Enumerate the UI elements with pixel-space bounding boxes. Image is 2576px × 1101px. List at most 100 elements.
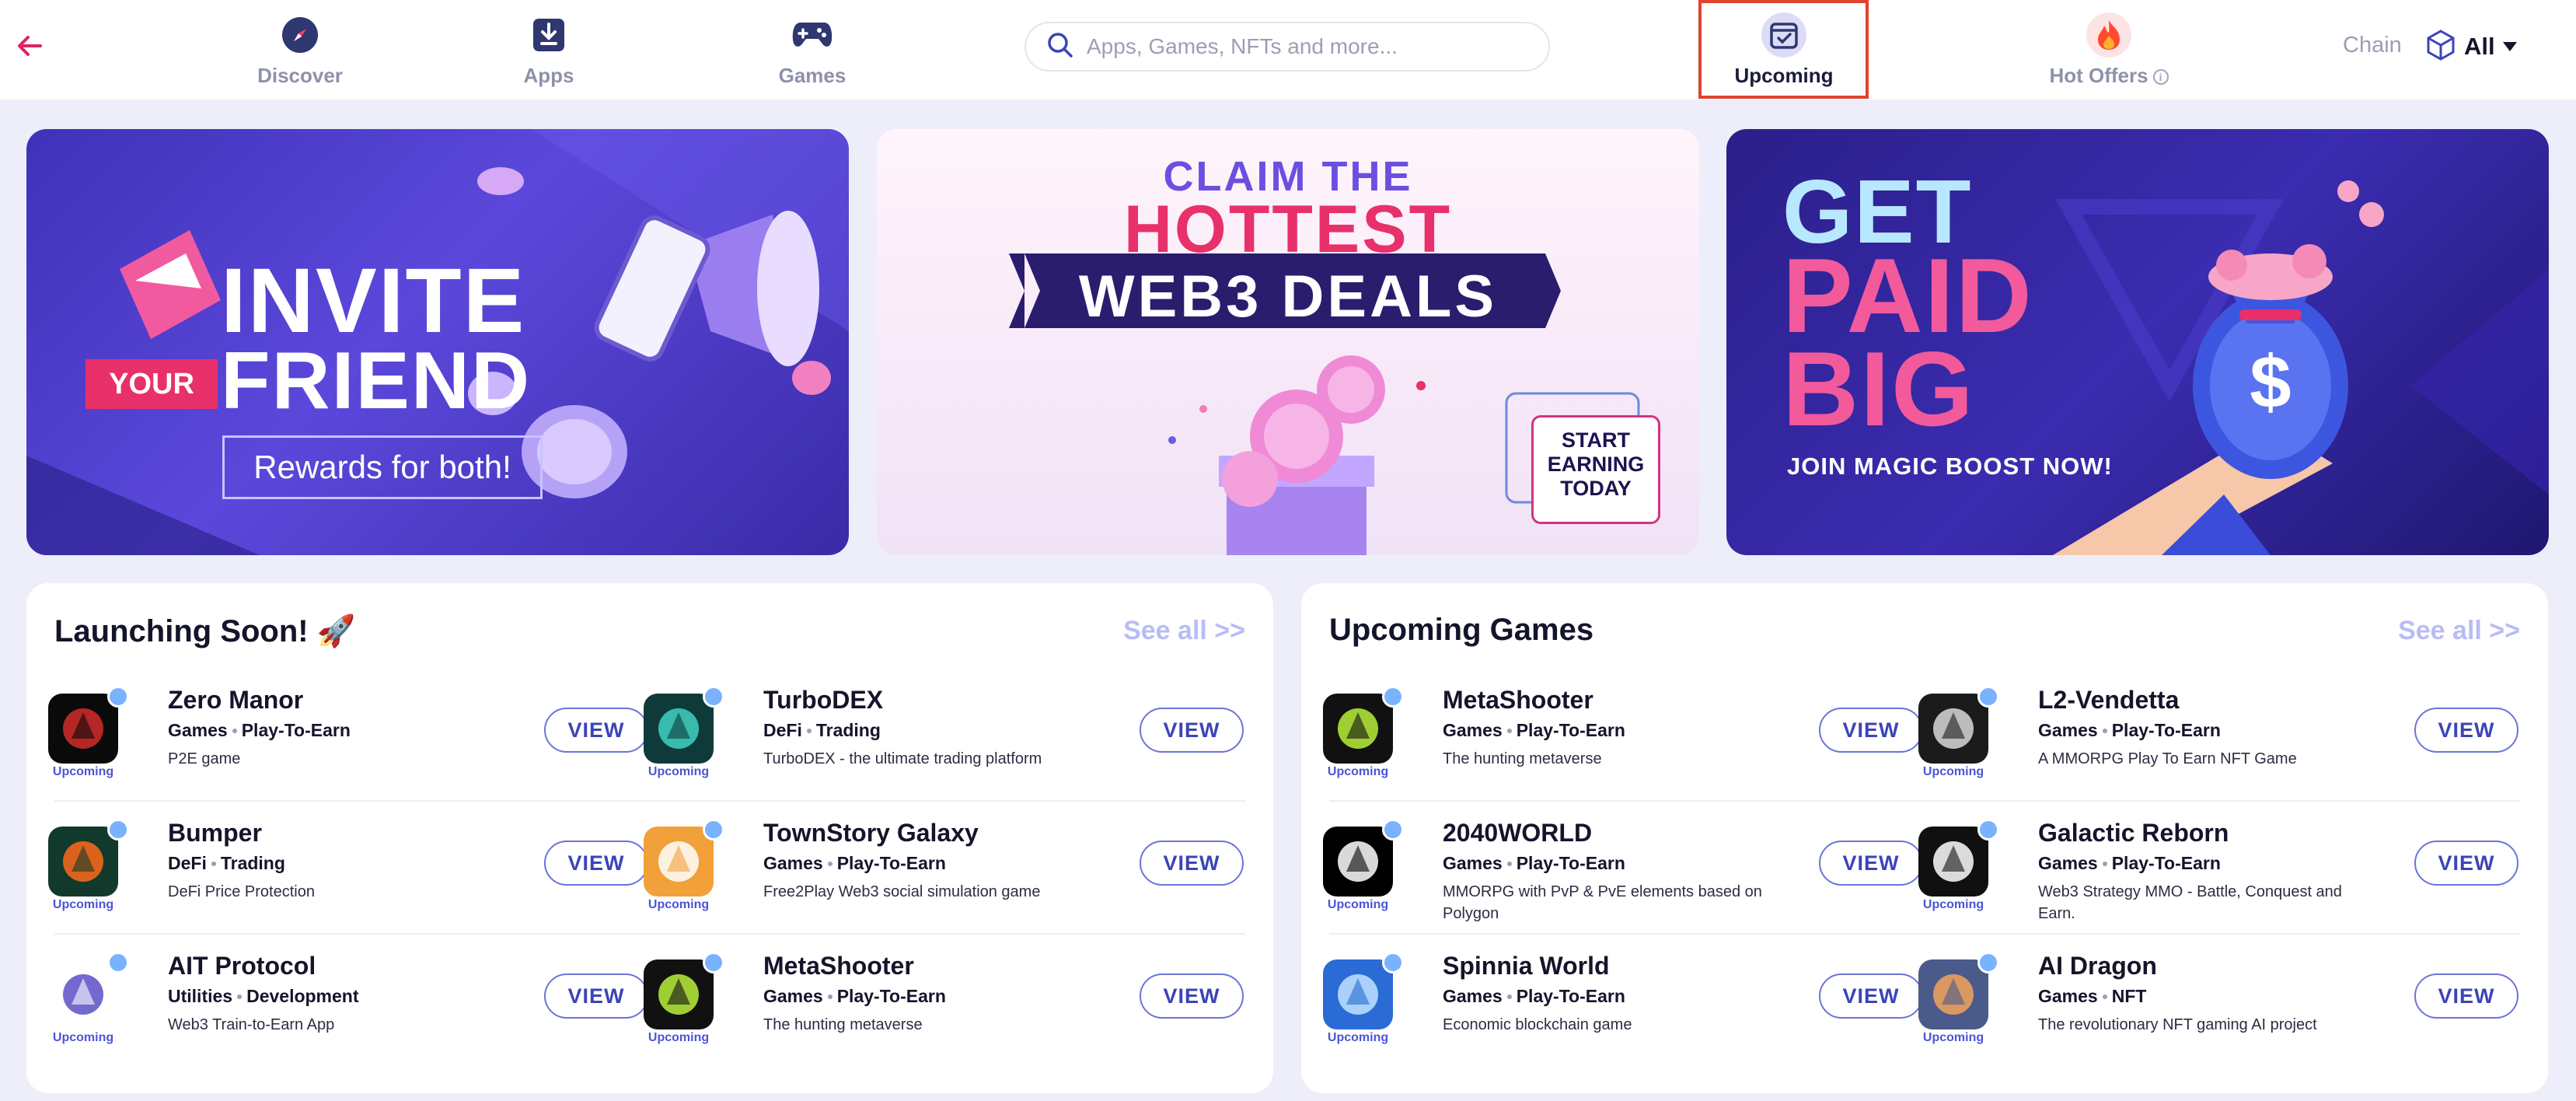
category-label: Games xyxy=(2038,986,2098,1006)
app-logo-icon[interactable] xyxy=(1918,694,1988,764)
category-label: Games xyxy=(1443,853,1503,873)
app-logo-icon[interactable] xyxy=(1323,694,1393,764)
app-logo-icon[interactable] xyxy=(1323,959,1393,1029)
app-categories: DeFi Trading xyxy=(763,720,881,741)
status-badge: Upcoming xyxy=(1922,1031,1984,1044)
status-badge: Upcoming xyxy=(1327,898,1389,911)
status-badge: Upcoming xyxy=(647,898,710,911)
view-button[interactable]: VIEW xyxy=(1140,708,1244,753)
app-categories: Games Play-To-Earn xyxy=(168,720,351,741)
app-logo-icon[interactable] xyxy=(644,959,714,1029)
subcategory-label: Play-To-Earn xyxy=(241,720,351,740)
app-name[interactable]: Bumper xyxy=(168,819,262,848)
app-logo-icon[interactable] xyxy=(644,827,714,897)
separator-dot xyxy=(1506,994,1512,999)
app-categories: Utilities Development xyxy=(168,986,359,1007)
separator-dot xyxy=(827,994,832,999)
app-logo-icon[interactable] xyxy=(644,694,714,764)
subcategory-label: Play-To-Earn xyxy=(1516,853,1625,873)
separator-dot xyxy=(2102,729,2107,733)
upcoming-badge-icon xyxy=(107,819,129,841)
app-name[interactable]: Galactic Reborn xyxy=(2038,819,2229,848)
active-tab-highlight xyxy=(1698,0,1869,99)
app-description: Web3 Train-to-Earn App xyxy=(168,1016,335,1033)
separator-dot xyxy=(2102,994,2107,999)
app-description: Web3 Strategy MMO - Battle, Conquest and… xyxy=(2038,883,2342,922)
app-logo-icon[interactable] xyxy=(1918,827,1988,897)
app-name[interactable]: TownStory Galaxy xyxy=(763,819,979,848)
app-categories: Games Play-To-Earn xyxy=(1443,986,1625,1007)
app-name[interactable]: L2-Vendetta xyxy=(2038,686,2179,715)
banner-web3-deals-text: WEB3 DEALS xyxy=(1078,264,1498,330)
web3-deals-banner[interactable]: CLAIM THE HOTTEST WEB3 DEALS START EARNI… xyxy=(877,129,1699,555)
app-name[interactable]: Spinnia World xyxy=(1443,952,1610,980)
list-item: Upcoming L2-Vendetta Games Play-To-Earn A MM… xyxy=(1897,673,2518,790)
banner-hottest-text: HOTTEST xyxy=(1123,192,1453,267)
subcategory-label: Play-To-Earn xyxy=(2111,853,2221,873)
app-description: The hunting metaverse xyxy=(1443,750,1602,767)
separator-dot xyxy=(232,729,237,733)
search-bar[interactable] xyxy=(1024,22,1550,72)
view-button[interactable]: VIEW xyxy=(1140,841,1244,886)
upcoming-games-section: Upcoming Games See all >> Upcoming MetaSh… xyxy=(1301,583,2548,1093)
app-logo-icon[interactable] xyxy=(1918,959,1988,1029)
back-arrow-icon[interactable] xyxy=(14,26,45,65)
app-logo-icon[interactable] xyxy=(48,959,118,1029)
banner-rewards-text: Rewards for both! xyxy=(222,435,543,499)
category-label: Games xyxy=(2038,853,2098,873)
app-categories: Games Play-To-Earn xyxy=(2038,720,2221,741)
nav-hot-offers[interactable]: Hot Offers i xyxy=(2019,8,2198,92)
see-all-link[interactable]: See all >> xyxy=(2398,616,2520,646)
banner-friend-text: FRIEND xyxy=(221,336,532,426)
row-divider xyxy=(54,800,1245,802)
app-name[interactable]: TurboDEX xyxy=(763,686,883,715)
app-logo-icon[interactable] xyxy=(48,827,118,897)
nav-games[interactable]: Games xyxy=(735,8,890,92)
app-name[interactable]: AIT Protocol xyxy=(168,952,316,980)
info-icon[interactable]: i xyxy=(2152,69,2169,85)
nav-discover[interactable]: Discover xyxy=(222,8,378,92)
search-input[interactable] xyxy=(1087,34,1522,59)
status-badge: Upcoming xyxy=(52,765,114,778)
chain-selector[interactable]: All xyxy=(2427,25,2517,68)
subcategory-label: Play-To-Earn xyxy=(1516,986,1625,1006)
row-divider xyxy=(1329,933,2520,935)
app-name[interactable]: Zero Manor xyxy=(168,686,303,715)
app-categories: Games NFT xyxy=(2038,986,2146,1007)
app-name[interactable]: 2040WORLD xyxy=(1443,819,1592,848)
app-description: TurboDEX - the ultimate trading platform xyxy=(763,750,1042,767)
app-categories: DeFi Trading xyxy=(168,853,285,874)
upcoming-badge-icon xyxy=(703,952,724,973)
status-badge: Upcoming xyxy=(1327,765,1389,778)
app-name[interactable]: MetaShooter xyxy=(1443,686,1593,715)
row-divider xyxy=(1329,800,2520,802)
section-title: Upcoming Games xyxy=(1329,613,1594,647)
nav-hot-offers-label: Hot Offers i xyxy=(2019,64,2198,88)
upcoming-badge-icon xyxy=(703,819,724,841)
separator-dot xyxy=(1506,862,1512,866)
separator-dot xyxy=(211,862,216,866)
nav-apps[interactable]: Apps xyxy=(471,8,627,92)
app-name[interactable]: MetaShooter xyxy=(763,952,914,980)
app-logo-icon[interactable] xyxy=(1323,827,1393,897)
view-button[interactable]: VIEW xyxy=(1140,973,1244,1019)
list-item: Upcoming MetaShooter Games Play-To-Earn The … xyxy=(1301,673,1923,790)
banner-today-text: TODAY xyxy=(1560,477,1632,500)
upcoming-badge-icon xyxy=(1382,686,1404,708)
view-button[interactable]: VIEW xyxy=(2414,708,2518,753)
list-item: Upcoming Zero Manor Games Play-To-Earn P2E g… xyxy=(26,673,648,790)
see-all-link[interactable]: See all >> xyxy=(1123,616,1245,646)
invite-friend-banner[interactable]: YOUR INVITE FRIEND Rewards for both! xyxy=(26,129,849,555)
app-categories: Games Play-To-Earn xyxy=(2038,853,2221,874)
upcoming-badge-icon xyxy=(1977,686,1999,708)
app-name[interactable]: AI Dragon xyxy=(2038,952,2157,980)
app-logo-icon[interactable] xyxy=(48,694,118,764)
view-button[interactable]: VIEW xyxy=(2414,973,2518,1019)
view-button[interactable]: VIEW xyxy=(2414,841,2518,886)
banner-earning-text: EARNING xyxy=(1547,453,1645,476)
status-badge: Upcoming xyxy=(52,1031,114,1044)
upcoming-badge-icon xyxy=(107,686,129,708)
magic-boost-banner[interactable]: $ GET PAID BIG JOIN MAGIC BOOST NOW! xyxy=(1726,129,2549,555)
nav-apps-label: Apps xyxy=(523,64,574,87)
app-description: DeFi Price Protection xyxy=(168,883,315,900)
